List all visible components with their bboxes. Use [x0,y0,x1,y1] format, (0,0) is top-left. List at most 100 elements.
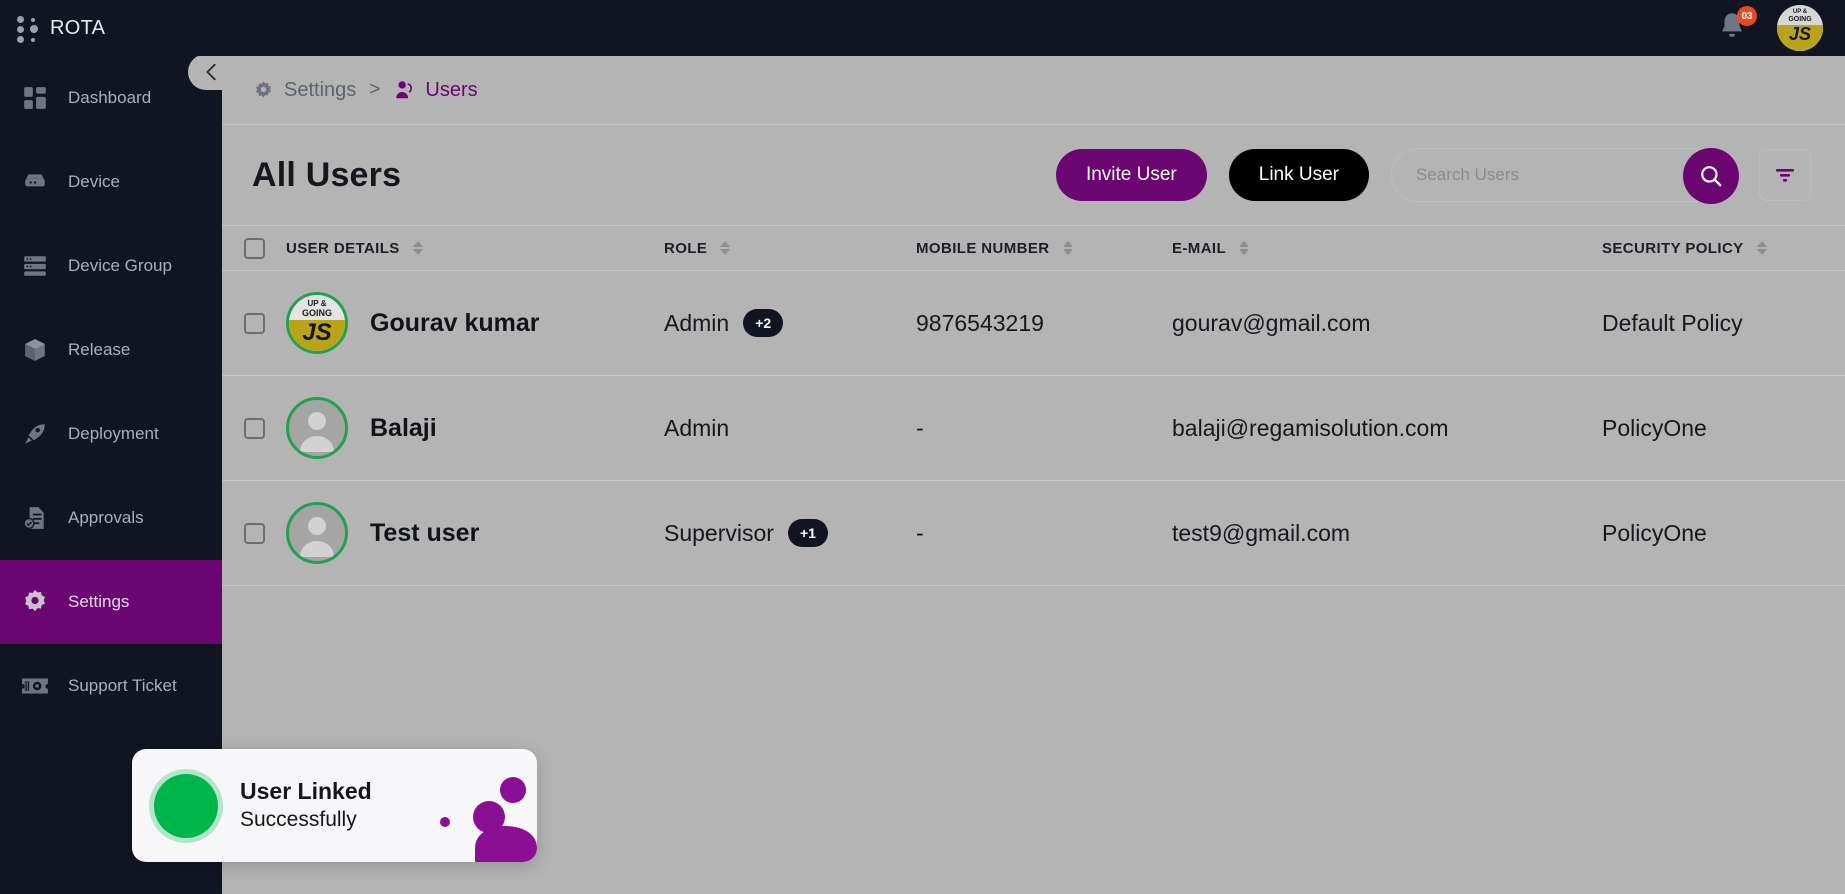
column-header-user-details[interactable]: USER DETAILS [286,240,664,257]
cell-security-policy: Default Policy [1602,309,1743,336]
row-checkbox[interactable] [244,312,265,334]
filter-button[interactable] [1759,149,1811,201]
decorative-blob-icon [440,777,537,862]
avatar-initials: JS [302,319,332,346]
sidebar-item-label: Device [68,172,120,191]
notifications-button[interactable]: 03 [1717,6,1757,46]
avatar-line-1: UP & [1792,9,1808,15]
sidebar-item-settings[interactable]: Settings [0,560,222,644]
sidebar-item-approvals[interactable]: Approvals [0,476,222,560]
sidebar-item-label: Approvals [68,508,144,527]
sidebar-collapse-button[interactable] [188,54,236,90]
approvals-icon [20,503,50,533]
sidebar-item-device-group[interactable]: Device Group [0,224,222,308]
user-name: Gourav kumar [370,308,540,337]
role-label: Admin [664,309,730,336]
sidebar-item-support-ticket[interactable]: Support Ticket [0,644,222,728]
avatar-line-2: GOING [301,308,332,318]
search-box [1391,148,1739,204]
invite-user-button[interactable]: Invite User [1055,149,1207,201]
app-root: ROTA 03 UP & GOING JS Dashboard Device D… [0,0,1845,894]
users-icon [393,79,415,101]
brand-name: ROTA [50,16,106,39]
row-checkbox[interactable] [244,417,265,439]
device-group-icon [20,251,50,281]
breadcrumb-root[interactable]: Settings [284,79,356,102]
cell-mobile-number: - [916,519,924,546]
avatar-placeholder-icon [286,397,348,459]
column-header-security-policy[interactable]: SECURITY POLICY [1602,240,1845,257]
avatar: UP & GOING JS [286,292,348,354]
row-select-cell [244,417,286,439]
release-box-icon [20,335,50,365]
brand-logo[interactable]: ROTA [0,13,222,43]
top-bar: ROTA 03 UP & GOING JS [0,0,1845,56]
sort-icon[interactable] [412,241,423,255]
sort-icon[interactable] [720,241,731,255]
column-label: USER DETAILS [286,239,400,257]
cell-role: Admin +2 [664,309,916,337]
sort-icon[interactable] [1239,241,1250,255]
table-row[interactable]: UP & GOING JS Gourav kumar Admin +2 9876… [222,271,1845,376]
avatar-initials: JS [1788,24,1812,44]
cell-mobile-number: 9876543219 [916,309,1044,336]
row-checkbox[interactable] [244,522,265,544]
filter-icon [1776,169,1794,182]
table-row[interactable]: Balaji Admin - balaji@regamisolution.com… [222,376,1845,481]
sort-icon[interactable] [1062,241,1073,255]
ticket-icon [20,671,50,701]
sidebar-item-label: Release [68,340,131,359]
sidebar-item-label: Device Group [68,256,172,275]
role-label: Admin [664,414,730,441]
user-name: Test user [370,518,480,547]
cell-user-details: UP & GOING JS Gourav kumar [286,292,664,354]
cell-email: balaji@regamisolution.com [1172,414,1449,441]
dashboard-icon [20,83,50,113]
column-header-email[interactable]: E-MAIL [1172,240,1602,257]
avatar-placeholder-icon [286,502,348,564]
cell-user-details: Test user [286,502,664,564]
avatar[interactable]: UP & GOING JS [1777,5,1823,51]
row-select-cell [244,312,286,334]
page-title: All Users [252,155,402,194]
toast-text: User Linked Successfully [240,777,372,833]
cell-role: Admin [664,415,916,442]
column-label: E-MAIL [1172,239,1227,257]
avatar-line-2: GOING [1788,16,1812,23]
panel-header: All Users Invite User Link User [222,125,1845,225]
sidebar-item-device[interactable]: Device [0,140,222,224]
rocket-icon [20,419,50,449]
toast-title: User Linked [240,778,372,805]
sidebar-item-deployment[interactable]: Deployment [0,392,222,476]
top-bar-right: 03 UP & GOING JS [1717,5,1845,51]
cell-security-policy: PolicyOne [1602,519,1707,546]
breadcrumb: Settings > Users [222,56,1845,124]
column-header-role[interactable]: ROLE [664,240,916,257]
dot-grid-icon [14,13,40,43]
table-header-row: USER DETAILS ROLE MOBILE NUMBER E-MAIL S… [222,225,1845,271]
user-name: Balaji [370,413,437,442]
select-all-checkbox[interactable] [244,237,265,259]
column-header-mobile-number[interactable]: MOBILE NUMBER [916,240,1172,257]
sort-icon[interactable] [1756,241,1767,255]
row-select-cell [244,522,286,544]
link-user-button[interactable]: Link User [1228,149,1369,201]
users-table: USER DETAILS ROLE MOBILE NUMBER E-MAIL S… [222,225,1845,586]
cell-email: gourav@gmail.com [1172,309,1371,336]
search-button[interactable] [1683,148,1739,204]
toast-notification[interactable]: User Linked Successfully [132,749,537,862]
select-all-cell [244,237,286,259]
table-row[interactable]: Test user Supervisor +1 - test9@gmail.co… [222,481,1845,586]
cell-role: Supervisor +1 [664,519,916,547]
notifications-badge: 03 [1737,6,1757,26]
cell-security-policy: PolicyOne [1602,414,1707,441]
sidebar-item-release[interactable]: Release [0,308,222,392]
gear-icon [252,79,274,101]
breadcrumb-current[interactable]: Users [425,79,477,102]
chevron-left-icon [206,63,216,81]
role-label: Supervisor [664,519,774,546]
success-circle-icon [154,773,218,838]
role-extra-badge[interactable]: +1 [787,519,828,547]
role-extra-badge[interactable]: +2 [743,309,784,337]
gear-icon [20,587,50,617]
